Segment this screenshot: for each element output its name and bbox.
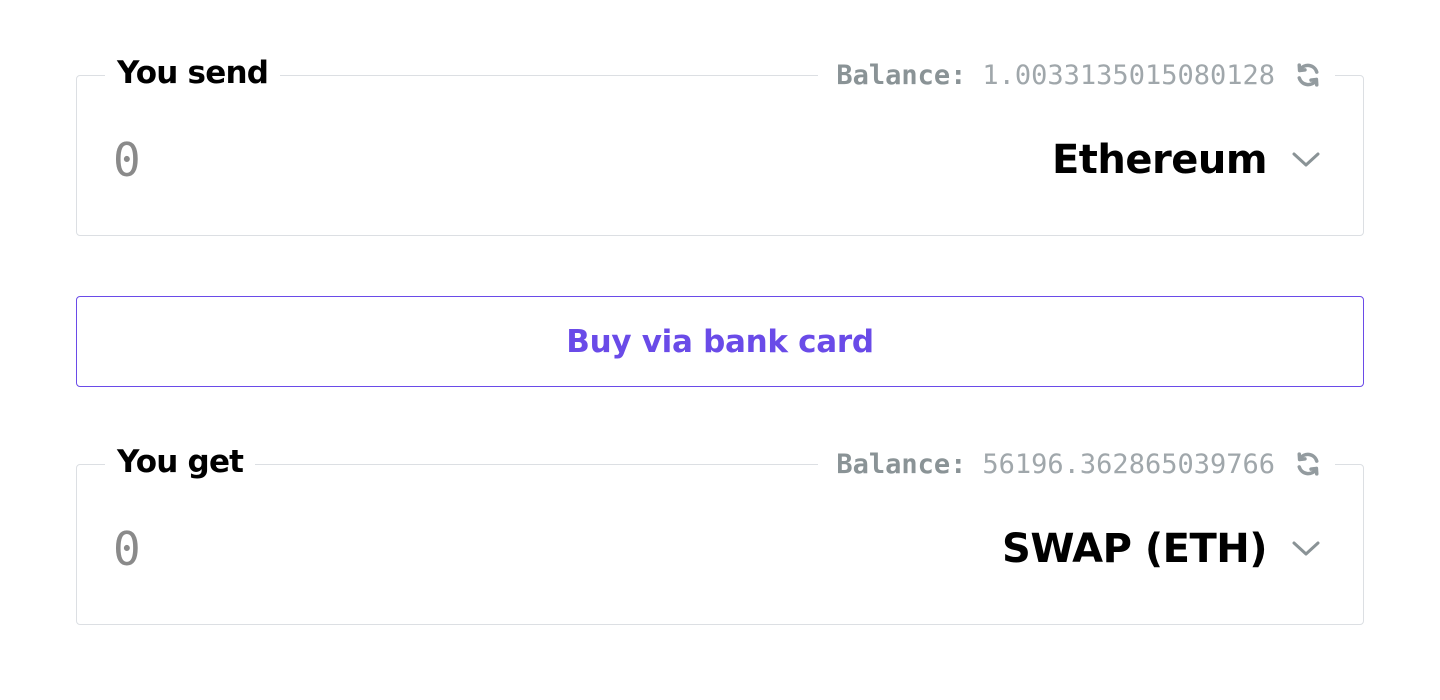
chevron-down-icon xyxy=(1289,143,1323,177)
send-panel: You send Balance: 1.0033135015080128 Eth… xyxy=(76,52,1364,236)
get-panel-label: You get xyxy=(105,441,256,483)
get-balance-value: 56196.362865039766 xyxy=(982,448,1275,480)
send-panel-label: You send xyxy=(105,52,281,94)
get-currency-select[interactable]: SWAP (ETH) xyxy=(1002,517,1323,581)
get-balance-label: Balance: xyxy=(836,448,967,480)
send-balance: Balance: 1.0033135015080128 xyxy=(818,57,1335,93)
refresh-icon[interactable] xyxy=(1293,60,1323,90)
refresh-icon[interactable] xyxy=(1293,449,1323,479)
get-currency-name: SWAP (ETH) xyxy=(1002,526,1267,572)
chevron-down-icon xyxy=(1289,532,1323,566)
get-amount-input[interactable] xyxy=(113,517,673,581)
get-balance: Balance: 56196.362865039766 xyxy=(818,446,1335,482)
send-currency-select[interactable]: Ethereum xyxy=(1052,128,1323,192)
send-balance-label: Balance: xyxy=(836,59,967,91)
send-currency-name: Ethereum xyxy=(1051,137,1268,183)
get-panel: You get Balance: 56196.362865039766 SWAP… xyxy=(76,441,1364,625)
send-balance-value: 1.0033135015080128 xyxy=(982,59,1275,91)
send-amount-input[interactable] xyxy=(113,128,673,192)
buy-via-bank-card-button[interactable]: Buy via bank card xyxy=(76,296,1364,387)
